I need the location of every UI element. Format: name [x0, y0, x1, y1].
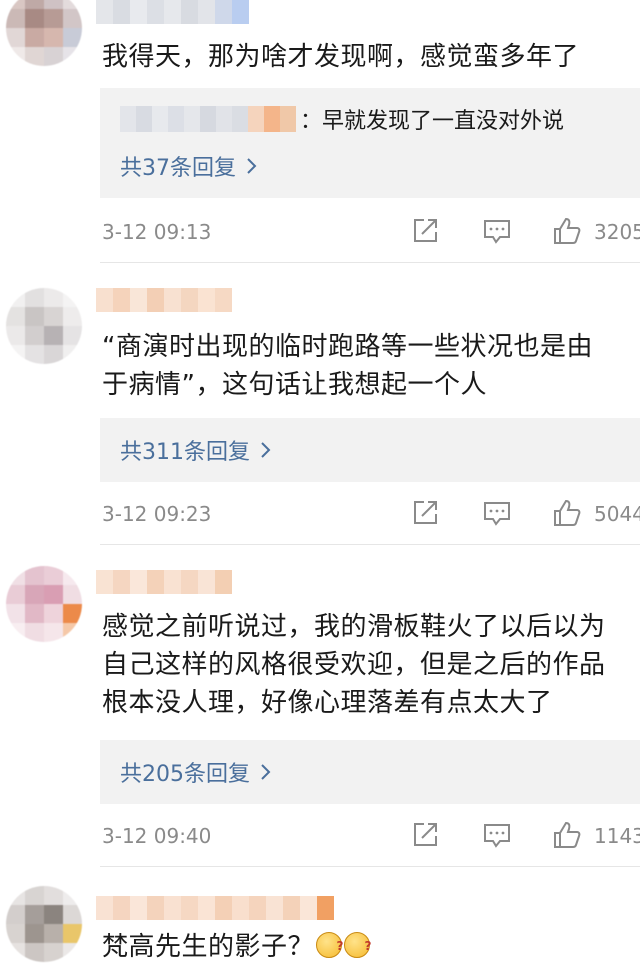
comment-text: 梵高先生的影子？	[102, 928, 640, 966]
like-count: 3205	[594, 220, 640, 244]
comment-meta-row: 3-12 09:23 5044	[0, 494, 640, 534]
divider	[100, 544, 640, 545]
reply-count-link[interactable]: 共311条回复	[120, 434, 272, 466]
reply-count-link[interactable]: 共37条回复	[120, 150, 258, 182]
comment-text: 感觉之前听说过，我的滑板鞋火了以后以为 自己这样的风格很受欢迎，但是之后的作品 …	[102, 612, 606, 718]
like-icon[interactable]	[552, 216, 582, 246]
avatar[interactable]	[6, 566, 82, 642]
username-blurred[interactable]	[96, 570, 232, 594]
divider	[100, 866, 640, 867]
timestamp: 3-12 09:23	[102, 502, 212, 526]
thinking-emoji-icon	[316, 928, 344, 965]
username-blurred[interactable]	[96, 0, 249, 24]
reply-count-label[interactable]: 共205条回复	[120, 756, 250, 788]
share-icon[interactable]	[410, 498, 440, 528]
avatar[interactable]	[6, 288, 82, 364]
username-blurred[interactable]	[96, 896, 334, 920]
reply-box[interactable]: 共205条回复	[100, 740, 640, 804]
comment-meta-row: 3-12 09:40 1143	[0, 816, 640, 856]
comment-icon[interactable]	[482, 498, 512, 528]
thinking-emoji-icon	[344, 928, 372, 965]
reply-count-link[interactable]: 共205条回复	[120, 756, 272, 788]
reply-count-label[interactable]: 共37条回复	[120, 150, 236, 182]
chevron-right-icon	[261, 442, 271, 458]
comment-text: “商演时出现的临时跑路等一些状况也是由 于病情”，这句话让我想起一个人	[102, 332, 593, 400]
reply-preview[interactable]: ：早就发现了一直没对外说	[120, 102, 564, 136]
comment-text: 我得天，那为啥才发现啊，感觉蛮多年了	[102, 42, 580, 72]
like-icon[interactable]	[552, 498, 582, 528]
comment-icon[interactable]	[482, 820, 512, 850]
share-icon[interactable]	[410, 820, 440, 850]
like-count: 1143	[594, 824, 640, 848]
timestamp: 3-12 09:13	[102, 220, 212, 244]
avatar[interactable]	[6, 0, 82, 66]
reply-box[interactable]: ：早就发现了一直没对外说 共37条回复	[100, 88, 640, 198]
reply-box[interactable]: 共311条回复	[100, 418, 640, 482]
comment-meta-row: 3-12 09:13 3205	[0, 212, 640, 252]
timestamp: 3-12 09:40	[102, 824, 212, 848]
comment-icon[interactable]	[482, 216, 512, 246]
avatar[interactable]	[6, 886, 82, 962]
chevron-right-icon	[247, 158, 257, 174]
chevron-right-icon	[261, 764, 271, 780]
like-icon[interactable]	[552, 820, 582, 850]
divider	[100, 262, 640, 263]
like-count: 5044	[594, 502, 640, 526]
username-blurred[interactable]	[96, 288, 232, 312]
reply-count-label[interactable]: 共311条回复	[120, 434, 250, 466]
share-icon[interactable]	[410, 216, 440, 246]
reply-preview-text: ：早就发现了一直没对外说	[300, 109, 565, 134]
